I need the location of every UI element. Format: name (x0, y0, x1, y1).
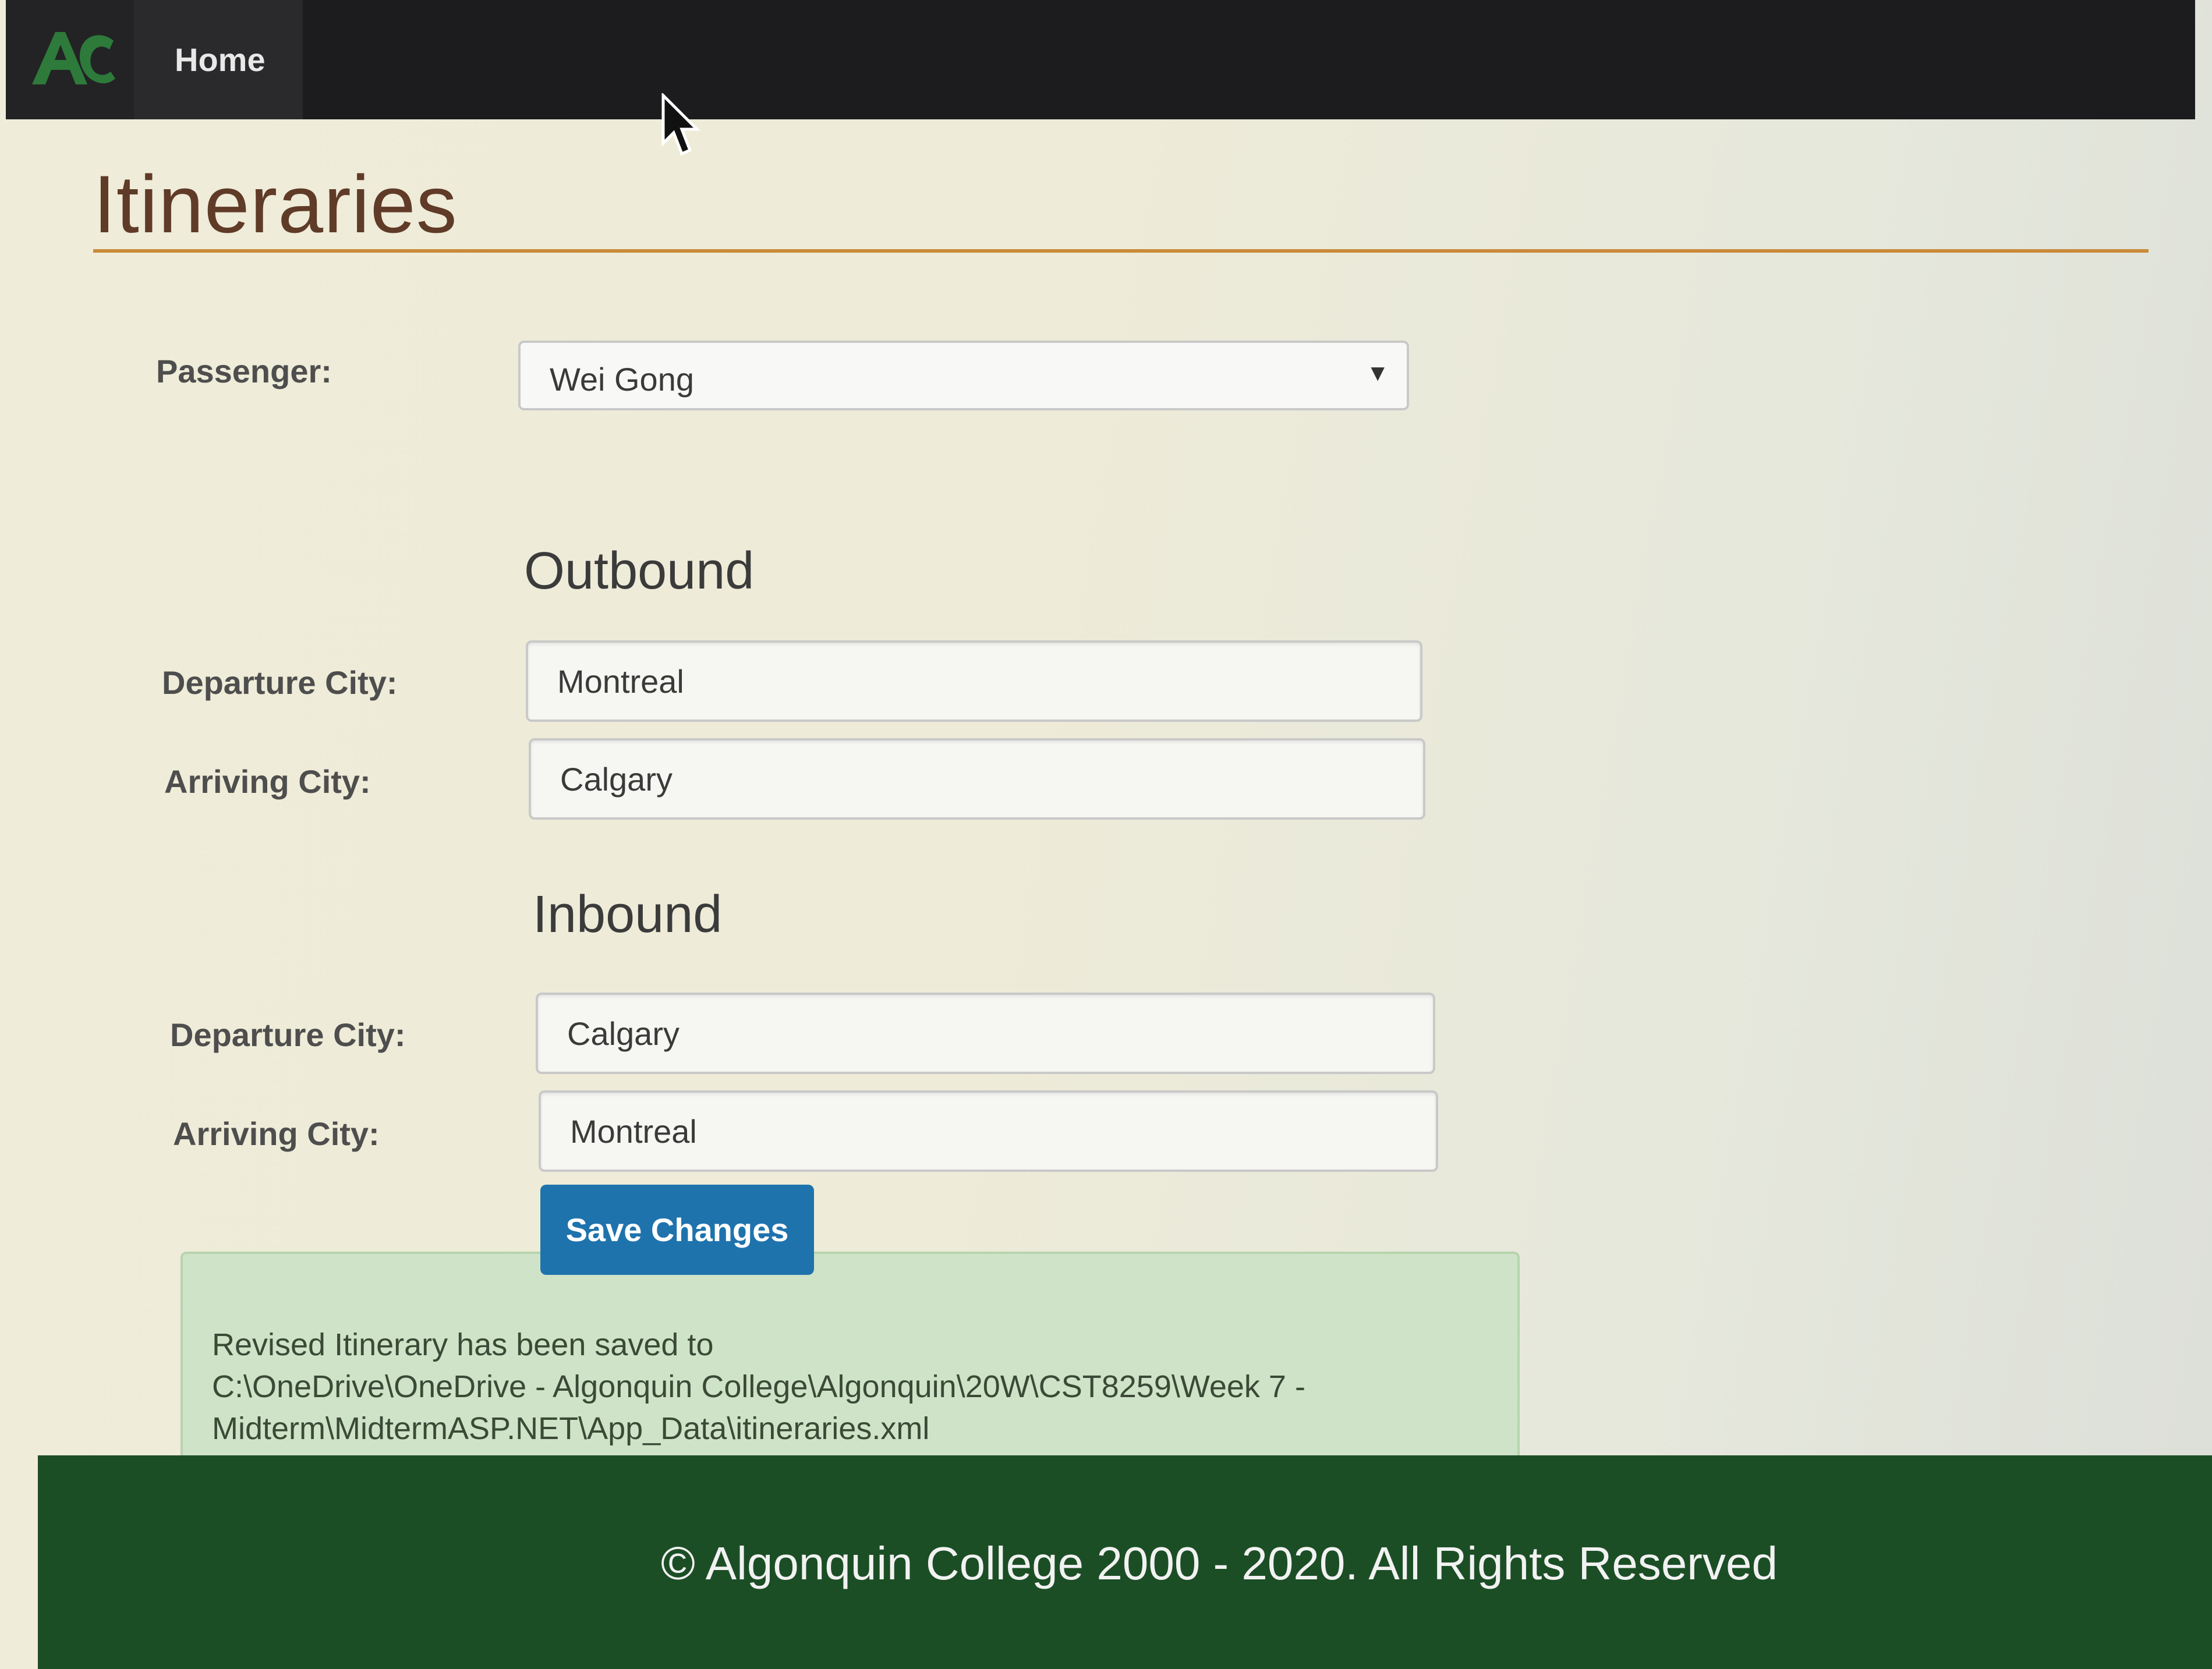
nav-home-link[interactable]: Home (175, 41, 266, 79)
passenger-label: Passenger: (156, 353, 332, 389)
algonquin-logo-icon (32, 32, 115, 84)
save-changes-button[interactable]: Save Changes (540, 1185, 814, 1275)
outbound-departure-input[interactable] (526, 640, 1422, 722)
mouse-cursor-icon (661, 93, 701, 156)
save-success-alert: Revised Itinerary has been saved to C:\O… (181, 1252, 1520, 1490)
top-navbar: Home (6, 0, 2195, 119)
title-divider (93, 249, 2149, 253)
outbound-heading: Outbound (524, 542, 755, 600)
inbound-departure-input[interactable] (536, 993, 1435, 1074)
alert-message-line-3: Midterm\MidtermASP.NET\App_Data\itinerar… (212, 1411, 930, 1446)
outbound-departure-label: Departure City: (162, 664, 398, 701)
alert-message-line-2: C:\OneDrive\OneDrive - Algonquin College… (212, 1369, 1305, 1404)
outbound-arriving-label: Arriving City: (164, 763, 371, 800)
inbound-arriving-input[interactable] (539, 1090, 1438, 1172)
footer-copyright: © Algonquin College 2000 - 2020. All Rig… (661, 1537, 1778, 1589)
page: Home Itineraries Passenger: Wei Gong ▼ O… (0, 0, 2212, 1669)
dropdown-arrow-icon: ▼ (1366, 360, 1389, 386)
page-title: Itineraries (93, 158, 458, 250)
outbound-arriving-input[interactable] (529, 738, 1425, 820)
passenger-select[interactable]: Wei Gong ▼ (518, 341, 1409, 410)
logo-link[interactable] (6, 0, 134, 119)
alert-message-line-1: Revised Itinerary has been saved to (212, 1327, 714, 1362)
inbound-heading: Inbound (533, 885, 723, 944)
inbound-arriving-label: Arriving City: (173, 1115, 380, 1152)
passenger-selected-value: Wei Gong (550, 361, 694, 398)
inbound-departure-label: Departure City: (170, 1016, 406, 1053)
